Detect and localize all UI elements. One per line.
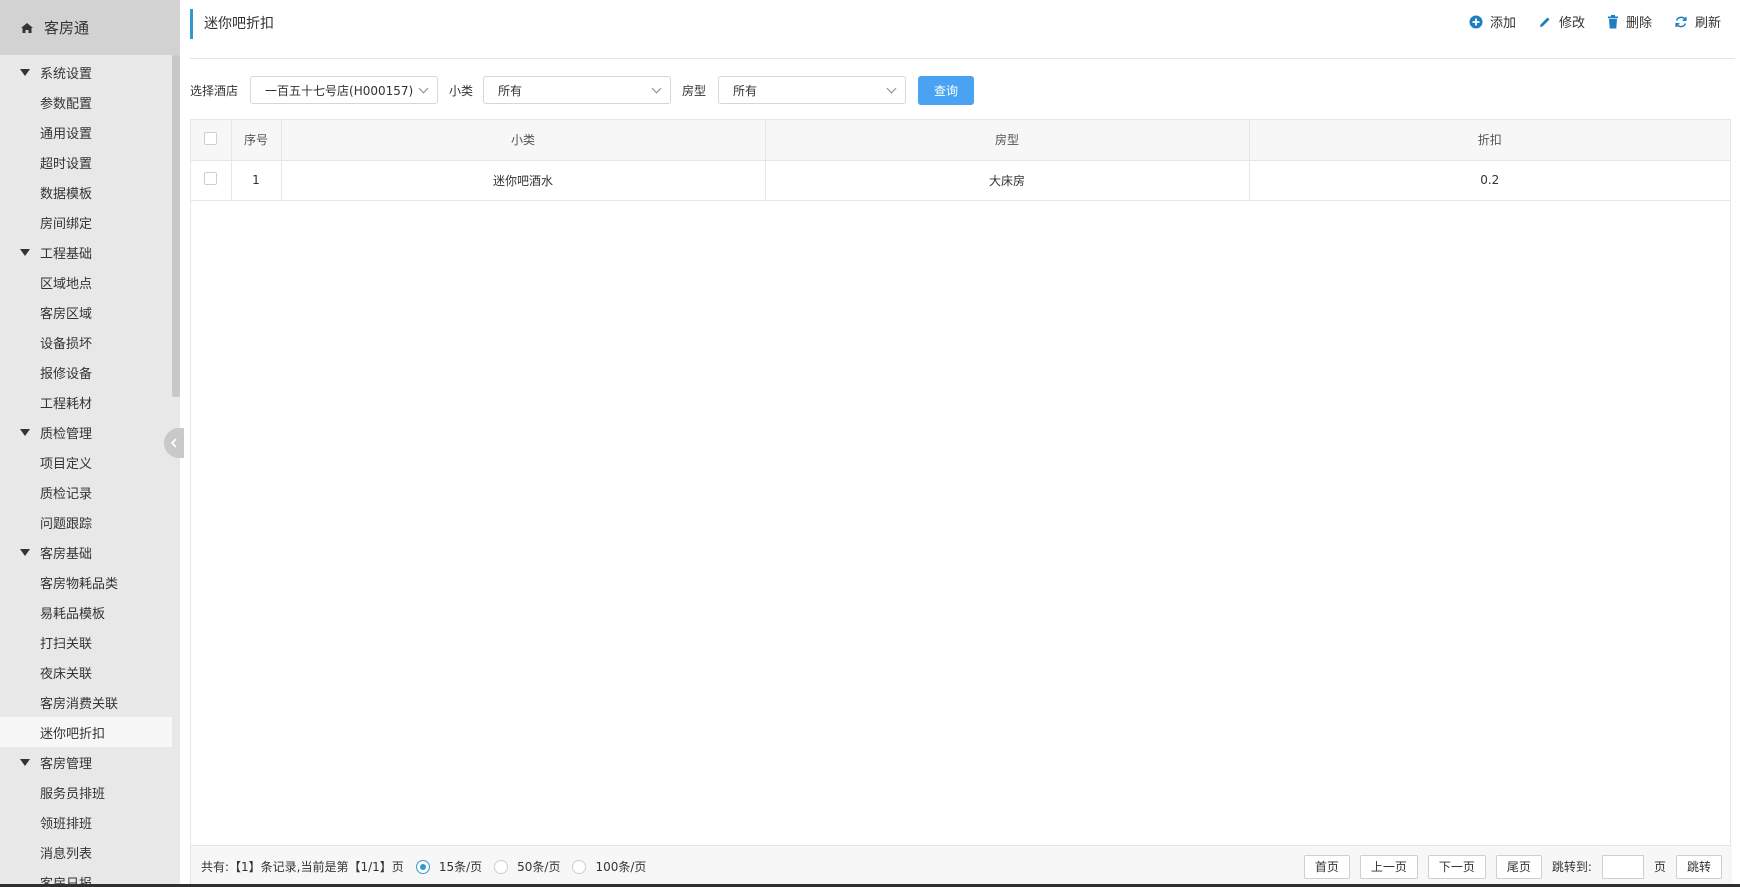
- page-header: 迷你吧折扣 添加 修改 删除 刷新: [190, 0, 1735, 59]
- sidebar-item[interactable]: 数据模板: [0, 177, 180, 207]
- page-size-label: 100条/页: [595, 860, 647, 874]
- last-page-button[interactable]: 尾页: [1495, 854, 1542, 879]
- chevron-down-icon: [418, 83, 429, 93]
- sidebar-group-room-manage[interactable]: 客房管理: [0, 747, 180, 777]
- main-content: 迷你吧折扣 添加 修改 删除 刷新 选择酒店 一百五十七号店(H000157): [190, 0, 1735, 887]
- data-table: 序号 小类 房型 折扣 1 迷你吧酒水 大床房 0.2 共有:【1】条记录,当前…: [190, 119, 1732, 887]
- query-button[interactable]: 查询: [918, 75, 975, 105]
- caret-down-icon: [20, 68, 30, 76]
- sidebar-item[interactable]: 区域地点: [0, 267, 180, 297]
- caret-down-icon: [20, 428, 30, 436]
- cell-index: 1: [231, 160, 282, 201]
- sidebar-scrollbar[interactable]: [172, 55, 180, 397]
- cell-room-type: 大床房: [765, 160, 1250, 201]
- cell-subclass: 迷你吧酒水: [281, 160, 766, 201]
- sidebar-item[interactable]: 通用设置: [0, 117, 180, 147]
- sidebar-item[interactable]: 领班排班: [0, 807, 180, 837]
- table-header-row: 序号 小类 房型 折扣: [191, 120, 1730, 161]
- row-checkbox-cell: [191, 160, 232, 201]
- sidebar-item[interactable]: 项目定义: [0, 447, 180, 477]
- page-size-radio-15[interactable]: [415, 859, 430, 874]
- select-all-checkbox[interactable]: [204, 131, 218, 145]
- edit-button[interactable]: 修改: [1538, 12, 1585, 31]
- page-size-radio-100[interactable]: [572, 859, 587, 874]
- page-title: 迷你吧折扣: [190, 9, 274, 39]
- trash-icon: [1607, 14, 1618, 28]
- select-all-cell: [191, 120, 232, 161]
- sidebar-menu: 系统设置 参数配置 通用设置 超时设置 数据模板 房间绑定 工程基础 区域地点 …: [0, 55, 180, 887]
- chevron-left-icon: [170, 438, 177, 448]
- caret-down-icon: [20, 758, 30, 766]
- sidebar-item-active[interactable]: 迷你吧折扣: [0, 717, 172, 747]
- jump-label: 跳转到:: [1551, 860, 1592, 874]
- toolbar-actions: 添加 修改 删除 刷新: [1469, 12, 1721, 31]
- column-header-room-type[interactable]: 房型: [765, 120, 1250, 161]
- sidebar-item[interactable]: 服务员排班: [0, 777, 180, 807]
- app-title: 客房通: [44, 19, 90, 37]
- sidebar-item[interactable]: 超时设置: [0, 147, 180, 177]
- jump-page-input[interactable]: [1601, 854, 1644, 879]
- filter-bar: 选择酒店 一百五十七号店(H000157) 小类 所有 房型 所有 查询: [190, 75, 975, 105]
- column-header-subclass[interactable]: 小类: [281, 120, 766, 161]
- next-page-button[interactable]: 下一页: [1427, 854, 1486, 879]
- brand-header[interactable]: 客房通: [0, 0, 180, 55]
- record-summary: 共有:【1】条记录,当前是第【1/1】页: [201, 860, 404, 874]
- sidebar-item[interactable]: 客房物耗品类: [0, 567, 180, 597]
- roomtype-select[interactable]: 所有: [718, 76, 907, 104]
- pencil-icon: [1539, 17, 1550, 27]
- hotel-label: 选择酒店: [190, 83, 239, 98]
- chevron-down-icon: [886, 83, 897, 93]
- pagination-bar: 共有:【1】条记录,当前是第【1/1】页 15条/页 50条/页 100条/页 …: [191, 845, 1732, 887]
- hotel-select[interactable]: 一百五十七号店(H000157): [250, 76, 439, 104]
- page-unit-label: 页: [1653, 860, 1666, 874]
- sidebar-item[interactable]: 参数配置: [0, 87, 180, 117]
- page-size-label: 50条/页: [517, 860, 561, 874]
- home-icon: [20, 21, 34, 35]
- sidebar-group-room-basic[interactable]: 客房基础: [0, 537, 180, 567]
- sidebar-item[interactable]: 问题跟踪: [0, 507, 180, 537]
- jump-button[interactable]: 跳转: [1675, 854, 1722, 879]
- subclass-label: 小类: [449, 83, 474, 98]
- sidebar-item[interactable]: 设备损坏: [0, 327, 180, 357]
- refresh-icon: [1675, 16, 1687, 27]
- sidebar-item[interactable]: 夜床关联: [0, 657, 180, 687]
- first-page-button[interactable]: 首页: [1303, 854, 1350, 879]
- add-button[interactable]: 添加: [1469, 12, 1516, 31]
- sidebar-group-engineering[interactable]: 工程基础: [0, 237, 180, 267]
- sidebar-group-quality[interactable]: 质检管理: [0, 417, 180, 447]
- column-header-index[interactable]: 序号: [231, 120, 282, 161]
- sidebar-group-system[interactable]: 系统设置: [0, 57, 180, 87]
- chevron-down-icon: [651, 83, 662, 93]
- table-row[interactable]: 1 迷你吧酒水 大床房 0.2: [191, 160, 1730, 201]
- subclass-select[interactable]: 所有: [483, 76, 672, 104]
- page-size-radio-50[interactable]: [494, 859, 509, 874]
- column-header-discount[interactable]: 折扣: [1249, 120, 1730, 161]
- prev-page-button[interactable]: 上一页: [1359, 854, 1418, 879]
- sidebar-item[interactable]: 房间绑定: [0, 207, 180, 237]
- sidebar-item[interactable]: 质检记录: [0, 477, 180, 507]
- sidebar-item[interactable]: 消息列表: [0, 837, 180, 867]
- refresh-button[interactable]: 刷新: [1674, 12, 1721, 31]
- sidebar-item[interactable]: 工程耗材: [0, 387, 180, 417]
- roomtype-label: 房型: [682, 83, 707, 98]
- page-size-label: 15条/页: [438, 860, 483, 874]
- sidebar: 客房通 系统设置 参数配置 通用设置 超时设置 数据模板 房间绑定 工程基础 区…: [0, 0, 180, 887]
- sidebar-item[interactable]: 打扫关联: [0, 627, 180, 657]
- row-checkbox[interactable]: [204, 172, 218, 185]
- sidebar-item[interactable]: 客房消费关联: [0, 687, 180, 717]
- caret-down-icon: [20, 248, 30, 256]
- caret-down-icon: [20, 548, 30, 556]
- sidebar-item[interactable]: 报修设备: [0, 357, 180, 387]
- sidebar-item[interactable]: 易耗品模板: [0, 597, 180, 627]
- sidebar-item[interactable]: 客房区域: [0, 297, 180, 327]
- plus-circle-icon: [1469, 15, 1483, 28]
- cell-discount: 0.2: [1249, 160, 1730, 201]
- delete-button[interactable]: 删除: [1607, 12, 1652, 31]
